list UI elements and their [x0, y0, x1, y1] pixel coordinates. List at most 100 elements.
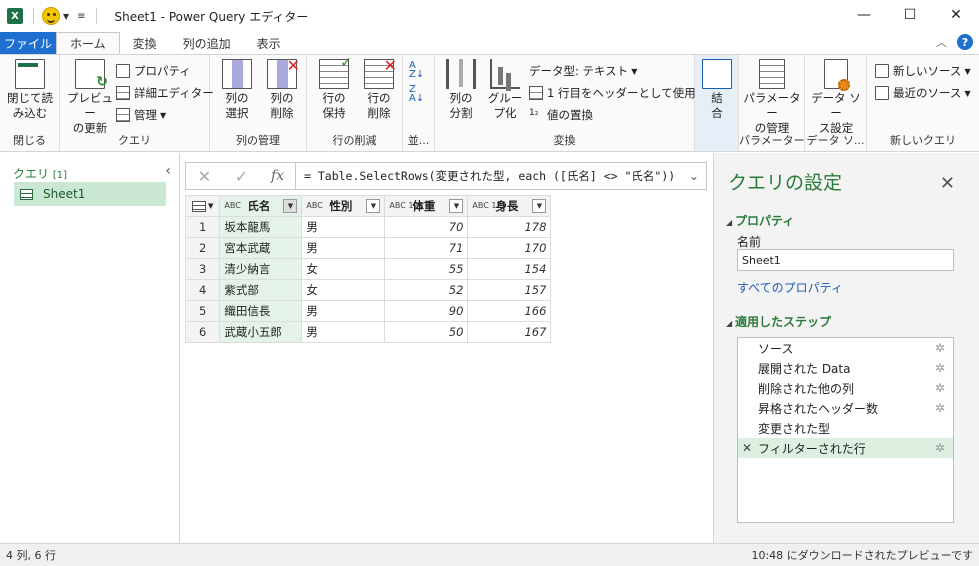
use-first-row-as-headers-button[interactable]: 1 行目をヘッダーとして使用 ▼	[529, 83, 705, 103]
expand-formula-icon[interactable]: ⌄	[682, 169, 706, 183]
properties-section-header[interactable]: プロパティ	[726, 212, 794, 229]
cell-name[interactable]: 清少納言	[219, 258, 303, 280]
help-icon[interactable]: ?	[957, 34, 973, 50]
advanced-editor-button[interactable]: 詳細エディター	[116, 83, 214, 103]
step-item[interactable]: 削除された他の列 ✲	[738, 378, 953, 398]
keep-rows-button[interactable]: ✓ 行の 保持	[313, 56, 355, 121]
row-number[interactable]: 4	[184, 279, 221, 301]
filter-icon[interactable]: ▼	[283, 199, 298, 213]
row-number[interactable]: 1	[184, 216, 221, 238]
group-by-button[interactable]: グルー プ化	[485, 59, 525, 121]
formula-input[interactable]: = Table.SelectRows(変更された型, each ([氏名] <>…	[296, 168, 682, 184]
collapse-ribbon-icon[interactable]: ︿	[936, 34, 947, 50]
sort-ascending-button[interactable]: A Z↓	[409, 61, 424, 81]
tab-transform[interactable]: 変換	[120, 32, 170, 54]
manage-parameters-button[interactable]: パラメーター の管理	[741, 59, 803, 136]
manage-button[interactable]: 管理 ▼	[116, 105, 166, 125]
chevron-down-icon[interactable]: ▼	[63, 12, 69, 21]
refresh-preview-button[interactable]: ↻ プレビュー の更新	[64, 59, 116, 136]
recent-sources-button[interactable]: 最近のソース ▼	[875, 83, 971, 103]
query-item-sheet1[interactable]: Sheet1	[14, 182, 166, 206]
any-type-icon[interactable]: ABC 123	[472, 202, 506, 210]
data-type-button[interactable]: データ型: テキスト ▼	[529, 61, 637, 81]
cell-height[interactable]: 170	[467, 237, 552, 259]
column-header-height[interactable]: ABC 123 身長 ▼	[467, 195, 552, 217]
cell-name[interactable]: 紫式部	[219, 279, 303, 301]
step-item[interactable]: 昇格されたヘッダー数 ✲	[738, 398, 953, 418]
cell-weight[interactable]: 50	[384, 321, 469, 343]
gear-icon[interactable]: ✲	[935, 441, 945, 455]
column-header-weight[interactable]: ABC 123 体重 ▼	[384, 195, 469, 217]
cell-height[interactable]: 178	[467, 216, 552, 238]
confirm-icon[interactable]: ✓	[223, 163, 260, 189]
cell-weight[interactable]: 52	[384, 279, 469, 301]
collapse-queries-icon[interactable]: ‹	[165, 163, 171, 179]
tab-view[interactable]: 表示	[244, 32, 294, 54]
column-header-name[interactable]: ABC 氏名 ▼	[219, 195, 303, 217]
query-name-input[interactable]: Sheet1	[737, 249, 954, 271]
applied-steps-header[interactable]: 適用したステップ	[726, 313, 831, 330]
close-and-load-button[interactable]: 閉じて読 み込む	[6, 59, 54, 121]
cell-name[interactable]: 織田信長	[219, 300, 303, 322]
remove-rows-button[interactable]: ✕ 行の 削除	[357, 58, 401, 121]
tab-file[interactable]: ファイル	[0, 32, 56, 54]
cell-gender[interactable]: 女	[301, 279, 386, 301]
cell-height[interactable]: 154	[467, 258, 552, 280]
text-type-icon[interactable]: ABC	[224, 202, 242, 210]
cell-name[interactable]: 坂本龍馬	[219, 216, 303, 238]
cell-gender[interactable]: 男	[301, 300, 386, 322]
gear-icon[interactable]: ✲	[935, 361, 945, 375]
combine-button[interactable]: 結 合	[700, 59, 734, 121]
feedback-smiley-icon[interactable]	[42, 7, 60, 25]
dropdown-icon[interactable]: ▼	[366, 199, 381, 213]
any-type-icon[interactable]: ABC 123	[389, 202, 423, 210]
step-item-selected[interactable]: ✕ フィルターされた行 ✲	[738, 438, 953, 458]
cell-gender[interactable]: 男	[301, 321, 386, 343]
replace-values-button[interactable]: 1₂ 値の置換	[529, 105, 593, 125]
minimize-button[interactable]: —	[841, 0, 887, 30]
row-number[interactable]: 2	[184, 237, 221, 259]
column-header-gender[interactable]: ABC 性別 ▼	[301, 195, 386, 217]
cell-weight[interactable]: 55	[384, 258, 469, 280]
cell-height[interactable]: 166	[467, 300, 552, 322]
text-type-icon[interactable]: ABC	[306, 202, 324, 210]
row-number[interactable]: 5	[184, 300, 221, 322]
cell-weight[interactable]: 90	[384, 300, 469, 322]
cell-gender[interactable]: 女	[301, 258, 386, 280]
close-button[interactable]: ✕	[933, 0, 979, 30]
properties-button[interactable]: プロパティ	[116, 61, 191, 81]
tab-add-column[interactable]: 列の追加	[170, 32, 244, 54]
gear-icon[interactable]: ✲	[935, 381, 945, 395]
dropdown-icon[interactable]: ▼	[532, 199, 547, 213]
dropdown-icon[interactable]: ▼	[449, 199, 464, 213]
split-column-button[interactable]: 列の 分割	[439, 59, 483, 121]
table-corner-menu[interactable]: ▼	[184, 195, 221, 217]
close-icon[interactable]: ✕	[940, 173, 955, 194]
cell-name[interactable]: 武蔵小五郎	[219, 321, 303, 343]
remove-columns-button[interactable]: ✕ 列の 削除	[260, 58, 304, 121]
cell-gender[interactable]: 男	[301, 237, 386, 259]
maximize-button[interactable]: ☐	[887, 0, 933, 30]
cancel-icon[interactable]: ✕	[186, 163, 223, 189]
cell-weight[interactable]: 71	[384, 237, 469, 259]
sort-descending-button[interactable]: Z A↓	[409, 85, 424, 105]
row-number[interactable]: 6	[184, 321, 221, 343]
row-number[interactable]: 3	[184, 258, 221, 280]
choose-columns-button[interactable]: 列の 選択	[216, 59, 258, 121]
all-properties-link[interactable]: すべてのプロパティ	[737, 279, 843, 296]
customize-quick-access-icon[interactable]: ≡	[77, 11, 85, 22]
gear-icon[interactable]: ✲	[935, 341, 945, 355]
cell-weight[interactable]: 70	[384, 216, 469, 238]
tab-home[interactable]: ホーム	[56, 32, 120, 54]
cell-name[interactable]: 宮本武蔵	[219, 237, 303, 259]
fx-icon[interactable]: fx	[260, 163, 296, 189]
step-item[interactable]: 展開された Data ✲	[738, 358, 953, 378]
delete-step-icon[interactable]: ✕	[742, 441, 752, 455]
step-item[interactable]: ソース ✲	[738, 338, 953, 358]
gear-icon[interactable]: ✲	[935, 401, 945, 415]
cell-height[interactable]: 167	[467, 321, 552, 343]
data-source-settings-button[interactable]: データ ソー ス設定	[807, 59, 865, 136]
cell-gender[interactable]: 男	[301, 216, 386, 238]
cell-height[interactable]: 157	[467, 279, 552, 301]
new-source-button[interactable]: 新しいソース ▼	[875, 61, 971, 81]
